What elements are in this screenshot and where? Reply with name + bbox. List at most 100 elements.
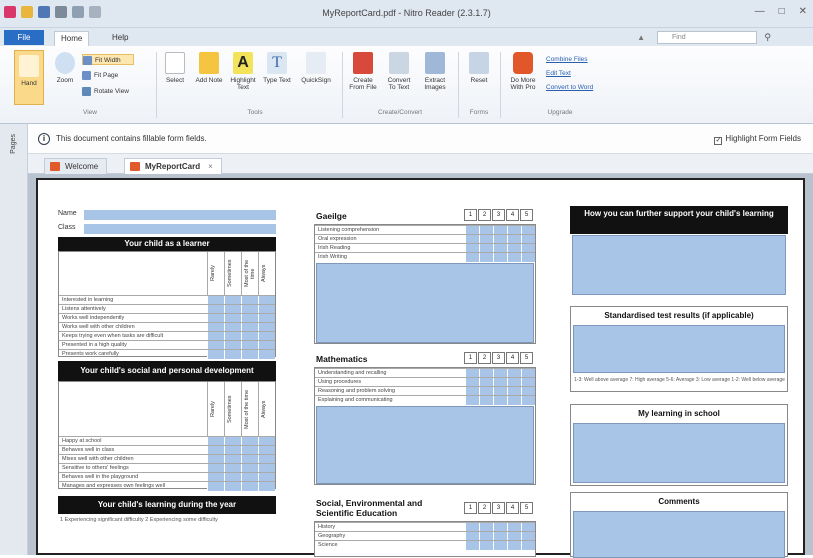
column-divider bbox=[224, 252, 225, 295]
rating-row: Works well with other children bbox=[59, 322, 275, 332]
score-cell[interactable] bbox=[493, 541, 507, 550]
create-pdf-icon bbox=[353, 52, 373, 74]
document-viewer[interactable]: Name Class Your child as a learner Rarel… bbox=[28, 174, 813, 558]
subject-row-label: Reasoning and problem solving bbox=[318, 388, 396, 394]
rating-row: Happy at school bbox=[59, 436, 275, 446]
rating-cell[interactable] bbox=[224, 350, 241, 359]
class-field[interactable] bbox=[84, 224, 276, 234]
type-text-icon: T bbox=[267, 52, 287, 74]
convert-to-word-link[interactable]: Convert to Word bbox=[546, 84, 593, 91]
tab-help[interactable]: Help bbox=[106, 31, 134, 46]
select-button[interactable]: Select bbox=[160, 52, 190, 84]
subject-row-label: Irish Reading bbox=[318, 245, 351, 251]
score-cell[interactable] bbox=[465, 541, 479, 550]
rating-cell[interactable] bbox=[258, 350, 275, 359]
combine-files-link[interactable]: Combine Files bbox=[546, 56, 588, 63]
type-text-button[interactable]: T Type Text bbox=[262, 52, 292, 84]
highlight-fields-toggle[interactable]: ✓ Highlight Form Fields bbox=[714, 134, 801, 145]
add-note-button[interactable]: Add Note bbox=[194, 52, 224, 84]
score-cell[interactable] bbox=[521, 253, 535, 262]
column-divider bbox=[241, 252, 242, 295]
rating-cell[interactable] bbox=[258, 482, 275, 491]
reset-button[interactable]: Reset bbox=[464, 52, 494, 84]
score-cell[interactable] bbox=[465, 253, 479, 262]
score-number-box: 5 bbox=[520, 502, 533, 514]
tab-myreportcard[interactable]: MyReportCard × bbox=[124, 158, 222, 174]
subject-row: Oral expression bbox=[315, 234, 535, 244]
minimize-icon[interactable]: — bbox=[755, 6, 765, 17]
score-cell[interactable] bbox=[507, 396, 521, 405]
score-number-box: 3 bbox=[492, 209, 505, 221]
score-number-box: 4 bbox=[506, 209, 519, 221]
score-cell[interactable] bbox=[465, 396, 479, 405]
convert-to-text-button[interactable]: Convert To Text bbox=[384, 52, 414, 91]
score-number-box: 3 bbox=[492, 352, 505, 364]
rotate-view-button[interactable]: Rotate View bbox=[82, 86, 129, 97]
pages-panel-label[interactable]: Pages bbox=[10, 134, 17, 154]
maximize-icon[interactable]: □ bbox=[779, 6, 785, 17]
tab-welcome[interactable]: Welcome bbox=[44, 158, 108, 174]
score-cell[interactable] bbox=[521, 396, 535, 405]
rating-row-label: Works well with other children bbox=[62, 324, 135, 330]
rating-cell[interactable] bbox=[207, 482, 224, 491]
close-tab-icon[interactable]: × bbox=[208, 162, 213, 171]
rating-row-label: Sensitive to others' feelings bbox=[62, 465, 129, 471]
rating-cell[interactable] bbox=[241, 350, 258, 359]
pdf-icon bbox=[50, 162, 60, 171]
upgrade-group-label: Upgrade bbox=[547, 109, 573, 116]
view-group-label: View bbox=[83, 109, 97, 116]
rating-row-label: Presented in a high quality bbox=[62, 342, 127, 348]
score-number-box: 1 bbox=[464, 209, 477, 221]
hand-icon bbox=[19, 55, 39, 77]
edit-text-link[interactable]: Edit Text bbox=[546, 70, 571, 77]
class-label: Class bbox=[58, 224, 76, 231]
subject-comment-field[interactable] bbox=[316, 263, 534, 343]
zoom-button[interactable]: Zoom bbox=[50, 52, 80, 84]
score-cell[interactable] bbox=[479, 396, 493, 405]
score-cell[interactable] bbox=[507, 253, 521, 262]
comments-field[interactable] bbox=[573, 511, 785, 558]
zoom-icon bbox=[55, 52, 75, 74]
nitro-pro-icon bbox=[513, 52, 533, 74]
score-cell[interactable] bbox=[493, 253, 507, 262]
standardised-field[interactable] bbox=[573, 325, 785, 373]
sese-title: Social, Environmental and Scientific Edu… bbox=[316, 498, 423, 518]
ribbon-collapse-icon[interactable]: ▲ bbox=[637, 33, 645, 42]
tab-home[interactable]: Home bbox=[54, 31, 90, 46]
fit-width-icon bbox=[83, 56, 92, 65]
quicksign-button[interactable]: QuickSign bbox=[298, 52, 334, 84]
rating-cell[interactable] bbox=[224, 482, 241, 491]
hand-button[interactable]: Hand bbox=[14, 50, 44, 105]
subject-row: Listening comprehension bbox=[315, 225, 535, 235]
rating-row: Works well independently bbox=[59, 313, 275, 323]
standardised-note: 1-3: Well above average 7: High average … bbox=[574, 377, 785, 383]
name-field[interactable] bbox=[84, 210, 276, 220]
create-from-file-button[interactable]: Create From File bbox=[348, 52, 378, 91]
create-convert-group-label: Create/Convert bbox=[377, 109, 423, 116]
extract-images-button[interactable]: Extract Images bbox=[420, 52, 450, 91]
support-field[interactable] bbox=[572, 235, 786, 295]
search-icon[interactable]: ⚲ bbox=[764, 32, 771, 43]
fit-width-button[interactable]: Fit Width bbox=[82, 54, 134, 65]
rating-cell[interactable] bbox=[207, 350, 224, 359]
subject-row-label: History bbox=[318, 524, 336, 530]
find-input[interactable]: Find bbox=[657, 31, 757, 44]
close-icon[interactable]: ✕ bbox=[799, 6, 807, 17]
checkbox-icon[interactable]: ✓ bbox=[714, 137, 723, 145]
score-cell[interactable] bbox=[493, 396, 507, 405]
score-cell[interactable] bbox=[479, 253, 493, 262]
fit-page-button[interactable]: Fit Page bbox=[82, 70, 118, 81]
highlight-text-button[interactable]: A Highlight Text bbox=[228, 52, 258, 91]
score-cell[interactable] bbox=[479, 541, 493, 550]
rating-cell[interactable] bbox=[241, 482, 258, 491]
rating-row: Listens attentively bbox=[59, 304, 275, 314]
pages-panel[interactable]: Pages bbox=[0, 124, 28, 555]
title-bar: MyReportCard.pdf - Nitro Reader (2.3.1.7… bbox=[0, 0, 813, 28]
my-learning-field[interactable] bbox=[573, 423, 785, 483]
tab-file[interactable]: File bbox=[4, 30, 44, 45]
score-cell[interactable] bbox=[521, 541, 535, 550]
gaeilge-section: Listening comprehension Oral expression Ir… bbox=[314, 224, 536, 344]
do-more-button[interactable]: Do More With Pro bbox=[506, 52, 540, 91]
subject-comment-field[interactable] bbox=[316, 406, 534, 484]
score-cell[interactable] bbox=[507, 541, 521, 550]
